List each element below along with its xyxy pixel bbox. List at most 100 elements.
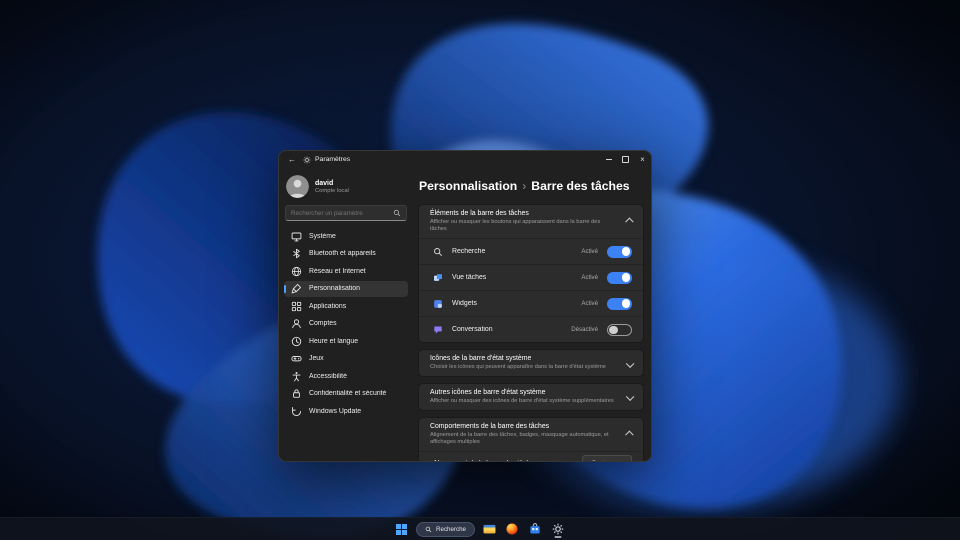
sidebar-item-bluetooth[interactable]: Bluetooth et appareils xyxy=(284,246,408,262)
card-title: Icônes de la barre d'état système xyxy=(430,355,532,363)
back-button[interactable]: ← xyxy=(283,151,301,168)
time-language-icon xyxy=(291,336,302,347)
card-title: Comportements de la barre des tâches xyxy=(430,423,550,431)
active-app-indicator xyxy=(554,536,562,538)
search-icon xyxy=(425,526,432,533)
toggle-recherche[interactable] xyxy=(607,245,632,258)
maximize-button[interactable] xyxy=(617,151,634,168)
close-button[interactable]: × xyxy=(634,151,651,168)
card-title: Autres icônes de barre d'état système xyxy=(430,389,546,397)
sidebar-item-comptes[interactable]: Comptes xyxy=(284,316,408,332)
sidebar-item-label: Windows Update xyxy=(309,407,362,415)
sidebar-item-reseau[interactable]: Réseau et Internet xyxy=(284,263,408,279)
sidebar-item-label: Jeux xyxy=(309,355,324,362)
firefox-icon[interactable] xyxy=(504,520,521,539)
file-explorer-icon[interactable] xyxy=(481,520,498,539)
toggle-state-label: Désactivé xyxy=(571,326,598,334)
card-tray-icons-header[interactable]: Icônes de la barre d'état système Choisi… xyxy=(419,350,643,376)
network-globe-icon xyxy=(291,266,302,277)
search-input[interactable] xyxy=(291,209,393,217)
toggle-widgets[interactable] xyxy=(607,297,632,310)
breadcrumb-parent[interactable]: Personnalisation xyxy=(419,179,517,193)
user-account-type: Compte local xyxy=(315,187,349,194)
sidebar-item-confidentialite[interactable]: Confidentialité et sécurité xyxy=(284,386,408,402)
chevron-down-icon xyxy=(625,359,634,368)
accessibility-icon xyxy=(291,371,302,382)
update-icon xyxy=(291,406,302,417)
card-description: Alignement de la barre des tâches, badge… xyxy=(430,431,609,446)
card-title: Éléments de la barre des tâches xyxy=(430,210,529,217)
system-icon xyxy=(291,231,302,242)
sidebar-item-systeme[interactable]: Système xyxy=(284,228,408,244)
row-alignment: Alignement de la barre des tâches Centre xyxy=(419,451,643,461)
user-name: david xyxy=(315,179,334,187)
card-description: Afficher ou masquer des icônes de barre … xyxy=(430,397,614,404)
apps-icon xyxy=(291,301,302,312)
gaming-icon xyxy=(291,353,302,364)
user-account[interactable]: david Compte local xyxy=(284,170,408,205)
bluetooth-icon xyxy=(291,248,302,259)
card-taskbar-items-header[interactable]: Éléments de la barre des tâches Afficher… xyxy=(419,205,643,238)
start-button[interactable] xyxy=(393,520,410,539)
sidebar-item-personnalisation[interactable]: Personnalisation xyxy=(284,280,408,297)
personalization-icon xyxy=(291,283,302,294)
row-widgets: Widgets Activé xyxy=(419,290,643,316)
sidebar-item-jeux[interactable]: Jeux xyxy=(284,351,408,367)
accounts-icon xyxy=(291,318,302,329)
dropdown-value: Centre xyxy=(591,460,611,461)
sidebar-item-accessibilite[interactable]: Accessibilité xyxy=(284,368,408,384)
chevron-down-icon xyxy=(616,459,625,461)
card-behaviors: Comportements de la barre des tâches Ali… xyxy=(418,417,644,461)
card-other-tray-icons-header[interactable]: Autres icônes de barre d'état système Af… xyxy=(419,384,643,410)
sidebar-item-label: Heure et langue xyxy=(309,337,359,345)
store-icon[interactable] xyxy=(527,520,544,539)
card-other-tray-icons: Autres icônes de barre d'état système Af… xyxy=(418,383,644,412)
card-tray-icons: Icônes de la barre d'état système Choisi… xyxy=(418,349,644,378)
breadcrumb-separator-icon: › xyxy=(522,179,527,193)
alignment-dropdown[interactable]: Centre xyxy=(582,454,632,461)
titlebar: ← Paramètres × xyxy=(279,151,651,168)
settings-content: Personnalisation › Barre des tâches Élém… xyxy=(413,168,651,461)
sidebar-nav: Système Bluetooth et appareils Réseau et… xyxy=(284,228,408,419)
toggle-state-label: Activé xyxy=(581,274,598,282)
row-label: Widgets xyxy=(452,300,477,308)
windows-logo-icon xyxy=(396,523,408,535)
task-view-icon xyxy=(433,273,443,283)
chevron-up-icon xyxy=(625,217,634,226)
chevron-up-icon xyxy=(625,430,634,439)
settings-window: ← Paramètres × david Compte local Recher… xyxy=(278,150,652,462)
privacy-lock-icon xyxy=(291,388,302,399)
row-label: Recherche xyxy=(452,248,486,256)
row-vue-taches: Vue tâches Activé xyxy=(419,264,643,290)
toggle-vue-taches[interactable] xyxy=(607,271,632,284)
card-behaviors-header[interactable]: Comportements de la barre des tâches Ali… xyxy=(419,418,643,451)
sidebar-item-label: Applications xyxy=(309,302,347,310)
widgets-icon xyxy=(433,299,443,309)
row-label: Alignement de la barre des tâches xyxy=(433,460,582,461)
settings-icon[interactable] xyxy=(550,520,567,539)
toggle-state-label: Activé xyxy=(581,300,598,308)
row-conversation: Conversation Désactivé xyxy=(419,316,643,342)
search-icon xyxy=(433,247,443,257)
selected-indicator xyxy=(284,284,287,293)
chat-icon xyxy=(433,325,443,335)
sidebar-item-label: Système xyxy=(309,232,336,240)
window-controls: × xyxy=(600,151,651,168)
search-icon xyxy=(393,209,401,217)
sidebar-item-label: Réseau et Internet xyxy=(309,267,366,275)
card-description: Choisir les icônes qui peuvent apparaîtr… xyxy=(430,363,606,370)
sidebar-item-heure-langue[interactable]: Heure et langue xyxy=(284,333,408,349)
toggle-conversation[interactable] xyxy=(607,323,632,336)
page-title: Barre des tâches xyxy=(531,179,630,193)
window-title: Paramètres xyxy=(315,156,351,163)
card-taskbar-items: Éléments de la barre des tâches Afficher… xyxy=(418,204,644,344)
settings-search[interactable] xyxy=(285,205,407,221)
sidebar-item-label: Personnalisation xyxy=(309,285,360,292)
minimize-button[interactable] xyxy=(600,151,617,168)
sidebar-item-applications[interactable]: Applications xyxy=(284,298,408,314)
taskbar-search[interactable]: Recherche xyxy=(416,521,475,537)
row-label: Vue tâches xyxy=(452,274,487,282)
sidebar-item-label: Accessibilité xyxy=(309,372,347,380)
breadcrumb: Personnalisation › Barre des tâches xyxy=(419,179,644,193)
sidebar-item-windows-update[interactable]: Windows Update xyxy=(284,403,408,419)
